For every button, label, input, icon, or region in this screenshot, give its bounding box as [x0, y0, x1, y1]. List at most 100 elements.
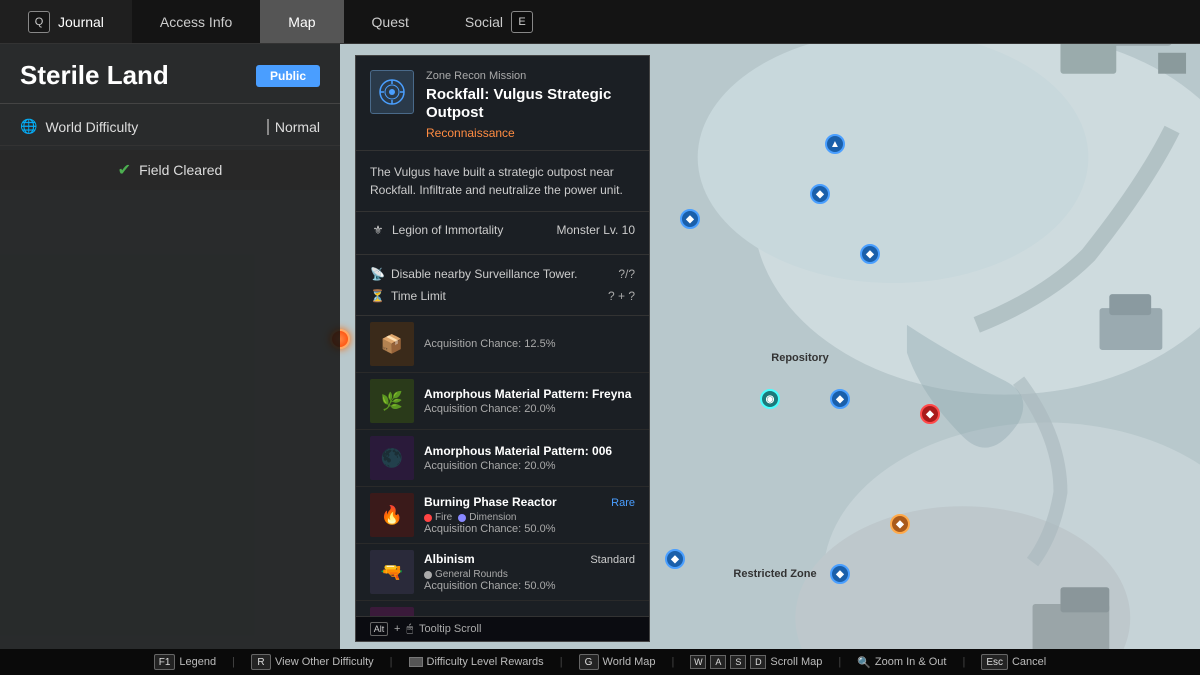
objective-row-2: ⏳ Time Limit ? + ?: [370, 285, 635, 307]
world-icon: 🌐: [20, 118, 37, 135]
reward-thumb-4: 🔫: [370, 550, 414, 594]
reward-name-1: Amorphous Material Pattern: Freyna: [424, 387, 635, 403]
legend-label: Legend: [179, 656, 216, 668]
map-marker-orange[interactable]: ◆: [890, 514, 910, 534]
sep4: |: [672, 656, 675, 668]
mission-type: Zone Recon Mission: [426, 70, 635, 82]
map-marker-4[interactable]: ◆: [830, 389, 850, 409]
reward-tag-fire: Fire: [424, 512, 452, 523]
nav-social[interactable]: Social E: [437, 0, 561, 43]
r-key: R: [251, 654, 271, 670]
bottom-other-difficulty: R View Other Difficulty: [251, 654, 374, 670]
nav-access-info[interactable]: Access Info: [132, 0, 260, 43]
map-marker-1[interactable]: ▲: [825, 134, 845, 154]
dim-dot: [458, 514, 466, 522]
scroll-icon: 🖱: [406, 623, 413, 636]
bottom-cancel: Esc Cancel: [981, 654, 1046, 670]
bottom-diff-rewards: Difficulty Level Rewards: [409, 656, 544, 668]
zoom-label: Zoom In & Out: [875, 656, 947, 668]
objective-2-value: ? + ?: [608, 289, 635, 303]
reward-thumb-0: 📦: [370, 322, 414, 366]
reward-rarity-3: Rare: [611, 497, 635, 509]
reward-thumb-5: ⚔️: [370, 607, 414, 616]
map-marker-6[interactable]: ◆: [665, 549, 685, 569]
reward-tags-4: General Rounds: [424, 569, 635, 580]
mission-icon-svg: [378, 78, 406, 106]
w-key: W: [690, 655, 706, 669]
divider-vert: [267, 119, 269, 135]
reward-thumb-1: 🌿: [370, 379, 414, 423]
scroll-plus: +: [394, 623, 400, 635]
reward-chance-2: Acquisition Chance: 20.0%: [424, 460, 635, 472]
nav-quest-label: Quest: [372, 14, 409, 30]
reward-item-2: 🌑 Amorphous Material Pattern: 006 Acquis…: [356, 430, 649, 487]
bottom-legend: F1 Legend: [154, 654, 216, 670]
diff-box: [409, 657, 423, 667]
sidebar-title-row: Sterile Land Public: [0, 44, 340, 103]
a-key: A: [710, 655, 726, 669]
nav-quest[interactable]: Quest: [344, 0, 437, 43]
map-marker-2[interactable]: ◆: [810, 184, 830, 204]
map-marker-teal[interactable]: ◉: [760, 389, 780, 409]
bottom-bar: F1 Legend | R View Other Difficulty | Di…: [0, 649, 1200, 675]
social-key: E: [511, 11, 533, 33]
bottom-world-map: G World Map: [579, 654, 656, 670]
timer-icon: ⏳: [370, 289, 385, 303]
world-difficulty-label: World Difficulty: [45, 119, 138, 135]
field-cleared-row: ✔ Field Cleared: [0, 150, 340, 190]
sep6: |: [962, 656, 965, 668]
reward-thumb-2: 🌑: [370, 436, 414, 480]
reward-thumb-3: 🔥: [370, 493, 414, 537]
reward-info-0: Acquisition Chance: 12.5%: [424, 338, 635, 350]
esc-key: Esc: [981, 654, 1008, 670]
nav-social-label: Social: [465, 14, 503, 30]
reward-item-1: 🌿 Amorphous Material Pattern: Freyna Acq…: [356, 373, 649, 430]
nav-journal[interactable]: Q Journal: [0, 0, 132, 43]
reward-info-1: Amorphous Material Pattern: Freyna Acqui…: [424, 387, 635, 415]
journal-key: Q: [28, 11, 50, 33]
reward-info-2: Amorphous Material Pattern: 006 Acquisit…: [424, 444, 635, 472]
gen-dot: [424, 571, 432, 579]
bottom-zoom: 🔍 Zoom In & Out: [857, 656, 946, 669]
world-map-label: World Map: [603, 656, 656, 668]
reward-chance-1: Acquisition Chance: 20.0%: [424, 403, 635, 415]
mission-faction: Legion of Immortality: [392, 223, 503, 237]
mission-objectives: 📡 Disable nearby Surveillance Tower. ?/?…: [356, 255, 649, 316]
reward-rarity-4: Standard: [590, 554, 635, 566]
scroll-key-alt: Alt: [370, 622, 388, 636]
reward-name-5: Young Noble's Ambition: [424, 615, 562, 616]
objective-1-label: Disable nearby Surveillance Tower.: [391, 267, 578, 281]
g-key: G: [579, 654, 599, 670]
faction-icon: ⚜: [370, 222, 386, 238]
f1-key: F1: [154, 654, 176, 670]
s-key: S: [730, 655, 746, 669]
world-difficulty-right: Normal: [267, 119, 320, 135]
map-marker-7[interactable]: ◆: [680, 209, 700, 229]
world-difficulty-row: 🌐 World Difficulty Normal: [0, 108, 340, 146]
mission-title-area: Zone Recon Mission Rockfall: Vulgus Stra…: [426, 70, 635, 140]
left-sidebar: Sterile Land Public 🌐 World Difficulty N…: [0, 44, 340, 649]
fire-dot: [424, 514, 432, 522]
mission-faction-row: ⚜ Legion of Immortality Monster Lv. 10: [370, 222, 635, 238]
map-marker-red[interactable]: ◆: [920, 404, 940, 424]
world-difficulty-value: Normal: [275, 119, 320, 135]
public-badge: Public: [256, 65, 320, 87]
objective-1-value: ?/?: [618, 267, 635, 281]
reward-item-3: 🔥 Burning Phase Reactor Rare Fire Dimens…: [356, 487, 649, 544]
sidebar-title: Sterile Land: [20, 60, 169, 91]
map-marker-5[interactable]: ◆: [830, 564, 850, 584]
other-diff-label: View Other Difficulty: [275, 656, 374, 668]
reward-chance-3: Acquisition Chance: 50.0%: [424, 523, 635, 535]
mission-panel: Zone Recon Mission Rockfall: Vulgus Stra…: [355, 55, 650, 642]
sidebar-divider: [0, 103, 340, 104]
tooltip-scroll-label: Tooltip Scroll: [419, 623, 481, 635]
sep1: |: [232, 656, 235, 668]
map-marker-3[interactable]: ◆: [860, 244, 880, 264]
reward-tag-gen: General Rounds: [424, 569, 508, 580]
reward-row-5: Young Noble's Ambition Rare: [424, 615, 635, 616]
check-icon: ✔: [118, 160, 131, 180]
nav-map-label: Map: [288, 14, 315, 30]
nav-map[interactable]: Map: [260, 0, 343, 43]
d-key: D: [750, 655, 766, 669]
reward-tags-3: Fire Dimension: [424, 512, 635, 523]
